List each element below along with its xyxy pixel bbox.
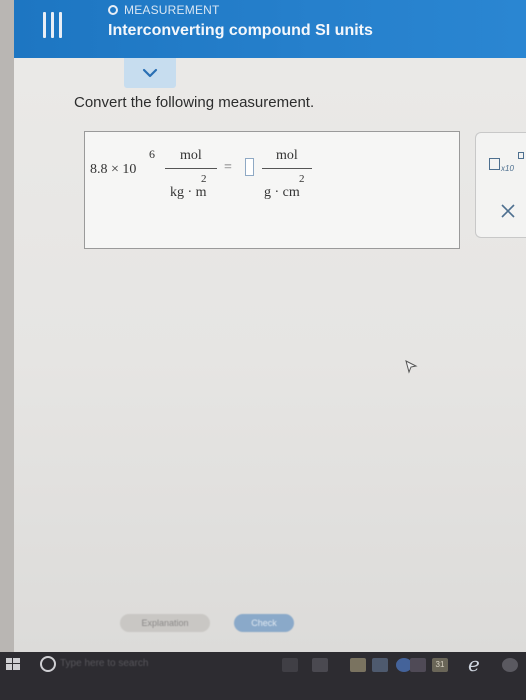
mouse-cursor-icon: [405, 360, 418, 374]
target-denominator: g · cm: [264, 185, 300, 200]
close-icon[interactable]: [500, 203, 516, 219]
topic-breadcrumb: MEASUREMENT: [108, 3, 220, 17]
coefficient: 8.8 × 10: [90, 162, 137, 177]
target-fraction-bar: [262, 168, 312, 169]
collapse-button[interactable]: [124, 58, 176, 88]
edge-browser-icon[interactable]: e: [468, 652, 480, 676]
tool-panel: [475, 132, 526, 238]
target-denominator-exponent: 2: [299, 173, 305, 185]
store-icon[interactable]: 31: [432, 658, 448, 672]
windows-start-icon[interactable]: [6, 658, 20, 670]
store-badge: 31: [435, 660, 445, 669]
page-title: Interconverting compound SI units: [108, 22, 373, 39]
check-button[interactable]: Check: [234, 614, 294, 632]
target-numerator: mol: [276, 148, 298, 163]
given-numerator: mol: [180, 148, 202, 163]
photos-icon[interactable]: [410, 658, 426, 672]
exponent-box-icon: [518, 152, 524, 159]
given-fraction-bar: [165, 168, 217, 169]
answer-input[interactable]: [245, 158, 254, 176]
folder-icon[interactable]: [350, 658, 366, 672]
settings-icon[interactable]: [502, 658, 518, 672]
circle-icon: [108, 5, 118, 15]
file-explorer-icon[interactable]: [312, 658, 328, 672]
x10-label: x10: [501, 164, 514, 173]
hamburger-icon[interactable]: [40, 12, 64, 38]
question-prompt: Convert the following measurement.: [74, 94, 315, 111]
taskbar-search-input[interactable]: Type here to search: [60, 658, 148, 669]
chevron-down-icon: [142, 68, 158, 78]
input-box-icon: [489, 158, 500, 170]
explanation-button[interactable]: Explanation: [120, 614, 210, 632]
exponent: 6: [149, 147, 155, 161]
mail-icon[interactable]: [372, 658, 388, 672]
task-view-icon[interactable]: [282, 658, 298, 672]
topic-label: MEASUREMENT: [124, 3, 220, 17]
cortana-icon[interactable]: [40, 656, 56, 672]
equals-sign: =: [224, 160, 232, 175]
given-denominator: kg · m: [170, 185, 207, 200]
given-denominator-exponent: 2: [201, 173, 207, 185]
